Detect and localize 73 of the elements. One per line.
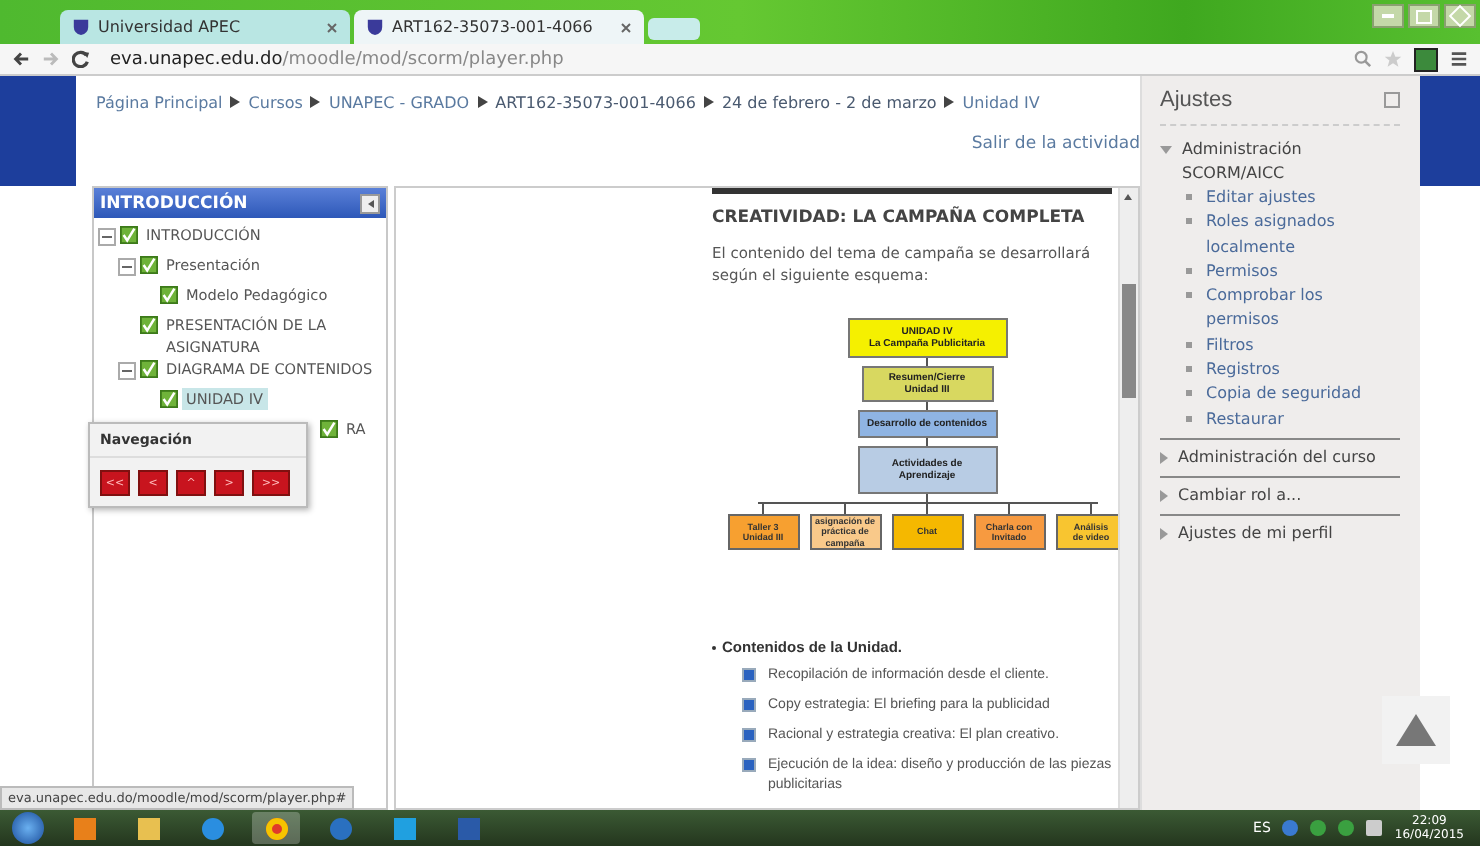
collapse-icon[interactable] [118, 258, 136, 276]
star-icon[interactable] [1384, 50, 1402, 68]
checkmark-icon [120, 226, 138, 244]
header-band [1420, 76, 1480, 186]
section-link[interactable]: Administración SCORM/AICC [1182, 138, 1400, 186]
bullet-icon [742, 668, 756, 682]
browser-tab[interactable]: ART162-35073-001-4066 [354, 10, 644, 44]
scrollbar[interactable] [1118, 188, 1138, 808]
settings-link[interactable]: Roles asignados localmente [1206, 210, 1400, 260]
bullet-icon [742, 758, 756, 772]
settings-link[interactable]: Filtros [1206, 333, 1254, 359]
exit-link[interactable]: Salir de la actividad [971, 134, 1140, 166]
collapse-icon[interactable] [360, 193, 380, 213]
bullet-icon [1186, 292, 1192, 299]
section-link[interactable]: Administración del curso [1178, 445, 1376, 470]
breadcrumb-link[interactable]: UNAPEC - GRADO [328, 93, 470, 111]
start-button[interactable] [12, 812, 44, 844]
section-link[interactable]: Cambiar rol a... [1178, 483, 1302, 508]
settings-title: Ajustes [1160, 88, 1233, 112]
breadcrumb-link[interactable]: Cursos [248, 93, 303, 111]
collapse-icon[interactable] [118, 362, 136, 380]
bullet-icon [1186, 366, 1192, 373]
checkmark-icon [140, 256, 158, 274]
header-band [0, 76, 76, 186]
caret-icon[interactable] [1160, 451, 1168, 464]
back-icon[interactable] [12, 50, 30, 68]
collapse-icon[interactable] [98, 228, 116, 246]
checkmark-icon [140, 316, 158, 334]
breadcrumb-link[interactable]: 24 de febrero - 2 de marzo [721, 93, 937, 111]
settings-link[interactable]: Comprobar los permisos [1206, 284, 1400, 334]
separator-icon [477, 96, 488, 108]
settings-link[interactable]: Permisos [1206, 259, 1278, 285]
separator-icon [310, 96, 321, 108]
shield-icon [72, 18, 90, 36]
restore-icon[interactable] [1408, 4, 1440, 28]
minimize-icon[interactable] [1372, 4, 1404, 28]
checkmark-icon [140, 360, 158, 378]
bullet-icon [1186, 341, 1192, 348]
caret-icon[interactable] [1160, 527, 1168, 540]
checkmark-icon [160, 286, 178, 304]
bullet-icon [742, 728, 756, 742]
toc-title: INTRODUCCIÓN [100, 193, 248, 213]
shield-icon [366, 18, 384, 36]
settings-link[interactable]: Registros [1206, 358, 1280, 383]
settings-link[interactable]: Restaurar [1206, 407, 1284, 432]
bullet-icon [1186, 390, 1192, 397]
browser-tab[interactable]: Universidad APEC [60, 10, 350, 44]
bullet-icon [1186, 194, 1192, 200]
breadcrumb-link[interactable]: Página Principal [96, 93, 223, 111]
bullet-icon [742, 698, 756, 712]
settings-link[interactable]: Copia de seguridad [1206, 382, 1362, 408]
breadcrumb-link[interactable]: ART162-35073-001-4066 [495, 93, 696, 111]
caret-icon[interactable] [1160, 489, 1168, 502]
reload-icon[interactable] [72, 50, 90, 68]
menu-icon[interactable] [1450, 50, 1468, 68]
caret-icon[interactable] [1160, 146, 1172, 154]
separator-icon [703, 96, 714, 108]
separator-icon [230, 96, 241, 108]
separator-icon [944, 96, 955, 108]
scroll-up-icon[interactable] [1124, 194, 1132, 200]
breadcrumb-link[interactable]: Unidad IV [962, 93, 1040, 111]
scroll-thumb[interactable] [1122, 284, 1136, 398]
content-heading: CREATIVIDAD: LA CAMPAÑA COMPLETA [712, 208, 1087, 228]
bullet-icon [1186, 267, 1192, 274]
back-to-top-button[interactable] [1382, 696, 1450, 764]
dock-icon[interactable] [1384, 92, 1400, 108]
settings-link[interactable]: Editar ajustes [1206, 186, 1316, 211]
section-link[interactable]: Ajustes de mi perfil [1178, 521, 1333, 546]
checkmark-icon [320, 420, 338, 438]
zoom-icon[interactable] [1354, 50, 1372, 68]
checkmark-icon [160, 390, 178, 408]
bullet-icon [1186, 218, 1192, 225]
bullet-icon [1186, 415, 1192, 422]
